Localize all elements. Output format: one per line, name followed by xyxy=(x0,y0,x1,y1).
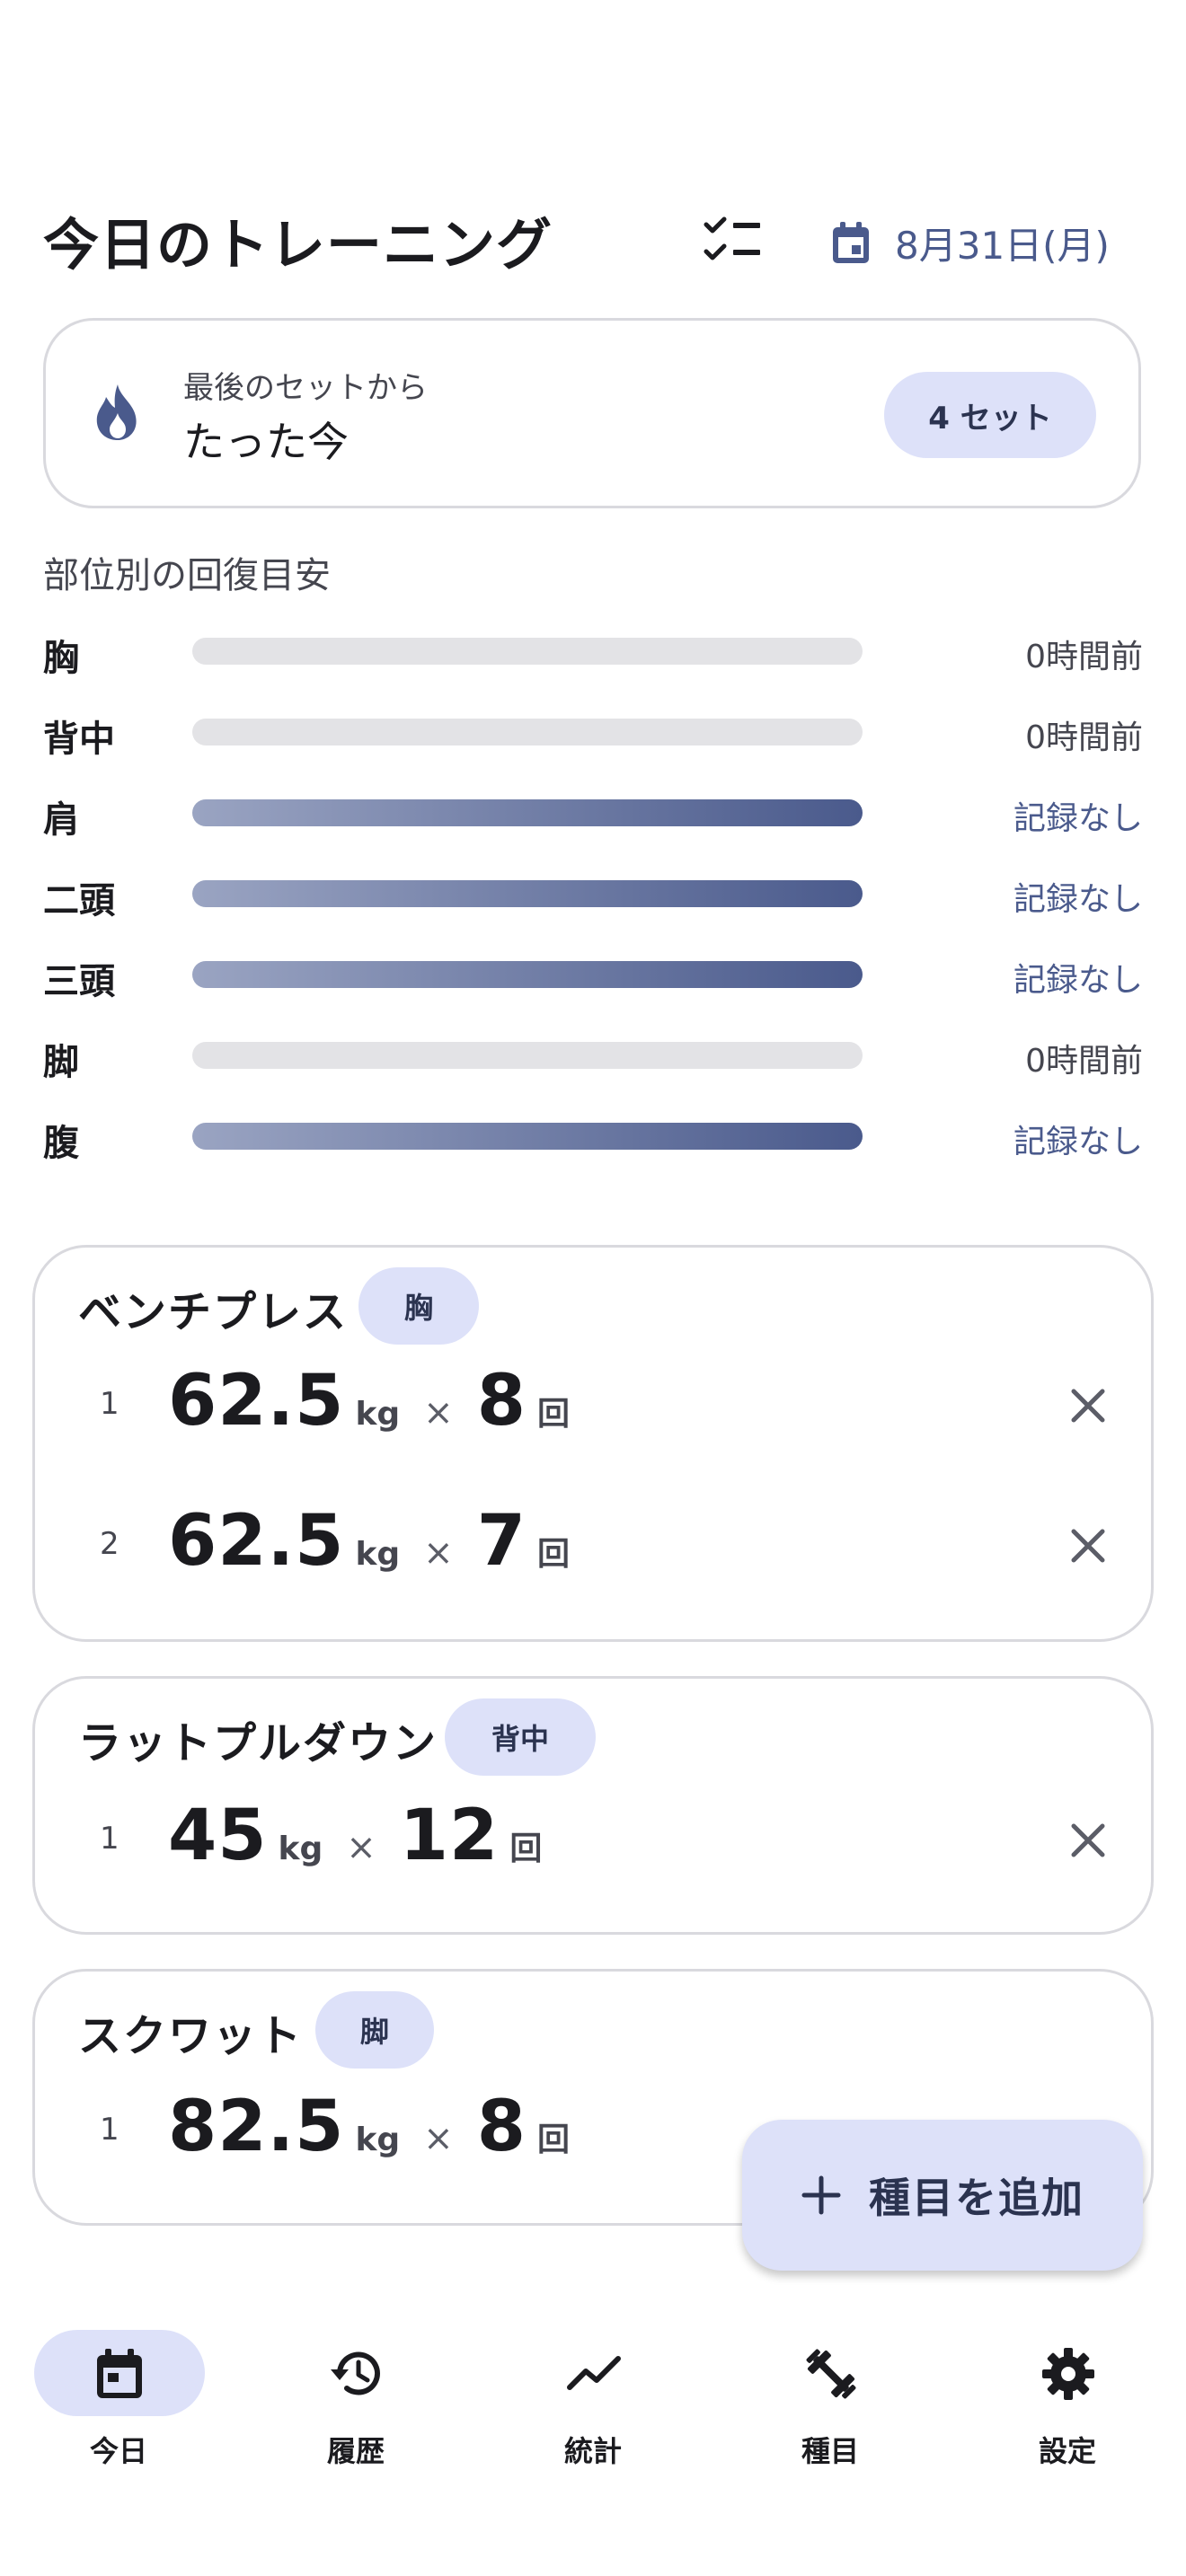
calendar-icon xyxy=(97,2349,142,2398)
add-exercise-fab[interactable]: 種目を追加 xyxy=(742,2120,1143,2271)
times-sign: × xyxy=(423,2118,454,2159)
recovery-status: 記録なし xyxy=(1013,881,1143,918)
add-exercise-label: 種目を追加 xyxy=(869,2174,1084,2222)
exercise-name: ラットプルダウン xyxy=(78,1718,438,1769)
times-sign: × xyxy=(423,1532,454,1574)
muscle-tag: 脚 xyxy=(315,1991,434,2069)
times-sign: × xyxy=(423,1392,454,1434)
last-set-value: たった今 xyxy=(183,418,349,466)
nav-item-stats[interactable]: 統計 xyxy=(494,2326,692,2479)
checklist-button[interactable] xyxy=(701,212,766,269)
muscle-tag: 背中 xyxy=(445,1698,596,1776)
dumbbell-icon xyxy=(806,2349,856,2399)
trending-icon xyxy=(567,2356,621,2390)
flame-icon xyxy=(96,384,137,440)
reps-unit: 回 xyxy=(536,2122,570,2158)
recovery-part-label: 脚 xyxy=(43,1042,79,1083)
muscle-tag: 胸 xyxy=(358,1267,479,1345)
recovery-row-legs: 脚 0時間前 xyxy=(0,1028,1186,1083)
recovery-row-biceps: 二頭 記録なし xyxy=(0,866,1186,922)
recovery-row-chest: 胸 0時間前 xyxy=(0,623,1186,679)
set-weight: 62.5 xyxy=(168,1501,345,1582)
reps-unit: 回 xyxy=(509,1831,543,1867)
set-number: 1 xyxy=(100,1386,119,1422)
delete-set-button[interactable] xyxy=(1063,1815,1113,1866)
recovery-bar xyxy=(192,1042,863,1069)
plus-icon xyxy=(801,2175,841,2215)
recovery-section-title: 部位別の回復目安 xyxy=(43,555,331,596)
set-number: 1 xyxy=(100,2112,119,2148)
times-sign: × xyxy=(346,1827,376,1868)
exercise-name: スクワット xyxy=(78,2011,304,2061)
set-count-badge: 4 セット xyxy=(884,372,1096,458)
recovery-status: 記録なし xyxy=(1013,1124,1143,1160)
set-number: 1 xyxy=(100,1821,119,1857)
set-weight: 45 xyxy=(168,1795,268,1876)
recovery-bar xyxy=(192,719,863,745)
exercise-card-bench-press[interactable]: ベンチプレス 胸 1 62.5 kg × 8 回 2 62.5 kg × 7 回 xyxy=(32,1245,1154,1642)
nav-label: 設定 xyxy=(1038,2434,1096,2468)
nav-item-settings[interactable]: 設定 xyxy=(969,2326,1166,2479)
set-reps: 8 xyxy=(476,1361,527,1442)
set-reps: 12 xyxy=(399,1795,500,1876)
recovery-row-shoulders: 肩 記録なし xyxy=(0,785,1186,841)
checklist-icon xyxy=(704,216,760,260)
recovery-row-triceps: 三頭 記録なし xyxy=(0,947,1186,1002)
recovery-bar xyxy=(192,1123,863,1150)
set-number: 2 xyxy=(100,1526,119,1562)
set-row: 1 45 kg × 12 回 xyxy=(35,1795,1156,1885)
recovery-part-label: 背中 xyxy=(43,719,115,760)
weight-unit: kg xyxy=(355,2122,401,2158)
nav-item-exercises[interactable]: 種目 xyxy=(731,2326,929,2479)
date-label: 8月31日(月) xyxy=(895,223,1110,268)
delete-set-button[interactable] xyxy=(1063,1521,1113,1571)
set-reps: 8 xyxy=(476,2086,527,2167)
date-picker-button[interactable]: 8月31日(月) xyxy=(830,207,1110,278)
recovery-part-label: 胸 xyxy=(43,638,79,679)
nav-item-today[interactable]: 今日 xyxy=(20,2326,217,2479)
nav-label: 種目 xyxy=(801,2434,859,2468)
exercise-card-lat-pulldown[interactable]: ラットプルダウン 背中 1 45 kg × 12 回 xyxy=(32,1676,1154,1935)
recovery-bar xyxy=(192,880,863,907)
recovery-status: 0時間前 xyxy=(1025,639,1143,675)
recovery-row-abs: 腹 記録なし xyxy=(0,1108,1186,1164)
gear-icon xyxy=(1042,2348,1094,2400)
set-reps: 7 xyxy=(476,1501,527,1582)
nav-label: 履歴 xyxy=(326,2434,385,2468)
set-row: 2 62.5 kg × 7 回 xyxy=(35,1501,1156,1591)
set-weight: 62.5 xyxy=(168,1361,345,1442)
recovery-bar xyxy=(192,638,863,665)
delete-set-button[interactable] xyxy=(1063,1381,1113,1431)
recovery-part-label: 二頭 xyxy=(43,880,115,922)
weight-unit: kg xyxy=(355,1396,401,1433)
reps-unit: 回 xyxy=(536,1536,570,1573)
nav-label: 統計 xyxy=(563,2434,622,2468)
recovery-status: 0時間前 xyxy=(1025,719,1143,756)
recovery-part-label: 三頭 xyxy=(43,961,115,1002)
weight-unit: kg xyxy=(355,1536,401,1573)
recovery-part-label: 肩 xyxy=(43,799,79,841)
weight-unit: kg xyxy=(278,1831,323,1867)
page-title: 今日のトレーニング xyxy=(43,212,553,278)
recovery-status: 記録なし xyxy=(1013,962,1143,999)
set-row: 1 62.5 kg × 8 回 xyxy=(35,1361,1156,1451)
history-icon xyxy=(331,2351,380,2395)
recovery-row-back: 背中 0時間前 xyxy=(0,704,1186,760)
set-weight: 82.5 xyxy=(168,2086,345,2167)
recovery-part-label: 腹 xyxy=(43,1123,79,1164)
last-set-label: 最後のセットから xyxy=(183,370,428,406)
exercise-name: ベンチプレス xyxy=(78,1287,349,1337)
nav-item-history[interactable]: 履歴 xyxy=(257,2326,455,2479)
reps-unit: 回 xyxy=(536,1396,570,1433)
recovery-status: 0時間前 xyxy=(1025,1043,1143,1080)
recovery-bar xyxy=(192,799,863,826)
recovery-bar xyxy=(192,961,863,988)
recovery-status: 記録なし xyxy=(1013,800,1143,837)
nav-label: 今日 xyxy=(89,2434,147,2468)
calendar-icon xyxy=(833,222,869,263)
